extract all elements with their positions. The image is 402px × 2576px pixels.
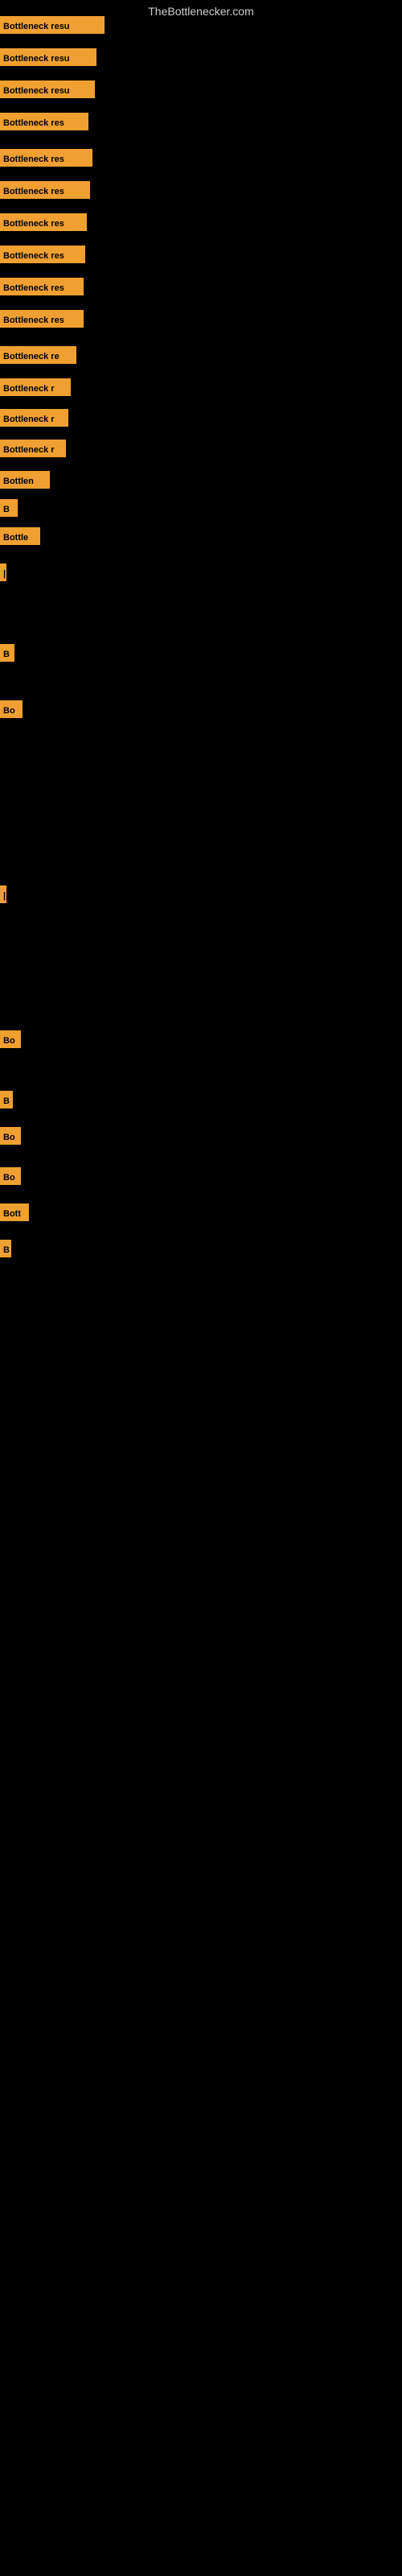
bar-item: Bottleneck r <box>0 409 68 427</box>
bar-label: Bottleneck res <box>0 246 85 263</box>
bar-label: Bottleneck resu <box>0 80 95 98</box>
bar-label: Bottleneck res <box>0 149 92 167</box>
bar-label: | <box>0 886 6 903</box>
bar-item: Bottleneck resu <box>0 80 95 98</box>
bar-item: Bottleneck res <box>0 310 84 328</box>
bar-item: | <box>0 564 6 581</box>
bar-label: Bottleneck resu <box>0 16 105 34</box>
bar-label: Bo <box>0 1127 21 1145</box>
bar-label: Bottleneck r <box>0 440 66 457</box>
bar-item: Bo <box>0 1167 21 1185</box>
bar-item: Bottleneck r <box>0 440 66 457</box>
bar-label: Bottlen <box>0 471 50 489</box>
bar-item: Bottlen <box>0 471 50 489</box>
bar-item: B <box>0 1091 13 1108</box>
bar-item: Bottleneck res <box>0 113 88 130</box>
bar-item: Bo <box>0 1127 21 1145</box>
bar-label: Bo <box>0 1030 21 1048</box>
bar-label: Bott <box>0 1203 29 1221</box>
bar-item: B <box>0 499 18 517</box>
bar-label: | <box>0 564 6 581</box>
bar-label: Bottleneck res <box>0 181 90 199</box>
bar-item: | <box>0 886 6 903</box>
bar-label: Bottleneck res <box>0 113 88 130</box>
bar-label: Bottleneck res <box>0 310 84 328</box>
bar-item: Bottle <box>0 527 40 545</box>
bar-label: B <box>0 1240 11 1257</box>
bar-item: Bottleneck resu <box>0 48 96 66</box>
bar-label: Bottleneck res <box>0 213 87 231</box>
bar-item: Bottleneck res <box>0 246 85 263</box>
bar-label: B <box>0 1091 13 1108</box>
bar-item: Bottleneck res <box>0 181 90 199</box>
bar-label: Bottleneck res <box>0 278 84 295</box>
bar-item: Bottleneck re <box>0 346 76 364</box>
bar-label: Bottleneck resu <box>0 48 96 66</box>
bar-label: Bo <box>0 1167 21 1185</box>
bar-label: B <box>0 644 14 662</box>
bar-item: Bottleneck resu <box>0 16 105 34</box>
bar-label: Bottle <box>0 527 40 545</box>
bar-item: Bo <box>0 700 23 718</box>
bar-label: Bo <box>0 700 23 718</box>
bar-item: Bottleneck r <box>0 378 71 396</box>
chart-area: TheBottlenecker.com Bottleneck resuBottl… <box>0 0 402 2576</box>
bar-item: Bott <box>0 1203 29 1221</box>
bar-label: Bottleneck re <box>0 346 76 364</box>
bar-label: Bottleneck r <box>0 409 68 427</box>
bar-label: Bottleneck r <box>0 378 71 396</box>
bar-item: Bottleneck res <box>0 149 92 167</box>
bar-label: B <box>0 499 18 517</box>
bar-item: B <box>0 644 14 662</box>
bar-item: Bottleneck res <box>0 278 84 295</box>
bar-item: Bottleneck res <box>0 213 87 231</box>
bar-item: B <box>0 1240 11 1257</box>
bar-item: Bo <box>0 1030 21 1048</box>
